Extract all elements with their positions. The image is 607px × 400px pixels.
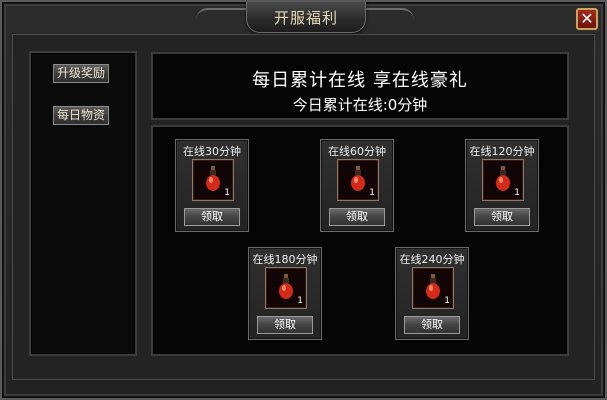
sidebar-item-daily-supplies[interactable]: 每日物资 [53, 106, 109, 125]
reward-card: 在线30分钟 1 领取 [175, 139, 249, 232]
item-quantity: 1 [444, 296, 450, 306]
reward-title: 在线240分钟 [399, 253, 465, 266]
reward-title: 在线60分钟 [328, 145, 386, 158]
red-potion-icon [496, 166, 510, 191]
item-slot[interactable]: 1 [482, 159, 524, 201]
item-slot[interactable]: 1 [337, 159, 379, 201]
reward-card: 在线120分钟 1 领取 [465, 139, 539, 232]
reward-card: 在线60分钟 1 领取 [320, 139, 394, 232]
item-quantity: 1 [514, 188, 520, 198]
banner-title: 每日累计在线 享在线豪礼 [252, 70, 468, 91]
item-quantity: 1 [224, 188, 230, 198]
reward-card: 在线180分钟 1 领取 [248, 247, 322, 340]
claim-button[interactable]: 领取 [184, 208, 240, 226]
sidebar-item-level-reward[interactable]: 升级奖励 [53, 64, 109, 83]
online-time-text: 今日累计在线:0分钟 [292, 96, 428, 114]
claim-button[interactable]: 领取 [474, 208, 530, 226]
claim-button[interactable]: 领取 [404, 316, 460, 334]
red-potion-icon [351, 166, 365, 191]
red-potion-icon [426, 274, 440, 299]
sidebar: 升级奖励 每日物资 [29, 51, 137, 356]
item-slot[interactable]: 1 [412, 267, 454, 309]
close-icon: ✕ [580, 9, 594, 28]
claim-button[interactable]: 领取 [257, 316, 313, 334]
banner: 每日累计在线 享在线豪礼 今日累计在线:0分钟 [151, 52, 569, 120]
reward-card: 在线240分钟 1 领取 [395, 247, 469, 340]
reward-title: 在线30分钟 [183, 145, 241, 158]
reward-title: 在线180分钟 [252, 253, 318, 266]
close-button[interactable]: ✕ [576, 8, 598, 30]
title-ornament-left [196, 8, 246, 24]
rewards-panel: 在线30分钟 1 领取 在线60分钟 1 领取 在线120分钟 1 领取 在线1… [151, 125, 569, 356]
red-potion-icon [206, 166, 220, 191]
item-slot[interactable]: 1 [192, 159, 234, 201]
title-plate: 开服福利 [246, 2, 366, 33]
title-ornament-right [364, 8, 414, 24]
item-quantity: 1 [297, 296, 303, 306]
item-quantity: 1 [369, 188, 375, 198]
window-title: 开服福利 [273, 9, 338, 27]
claim-button[interactable]: 领取 [329, 208, 385, 226]
item-slot[interactable]: 1 [265, 267, 307, 309]
reward-title: 在线120分钟 [469, 145, 535, 158]
red-potion-icon [279, 274, 293, 299]
